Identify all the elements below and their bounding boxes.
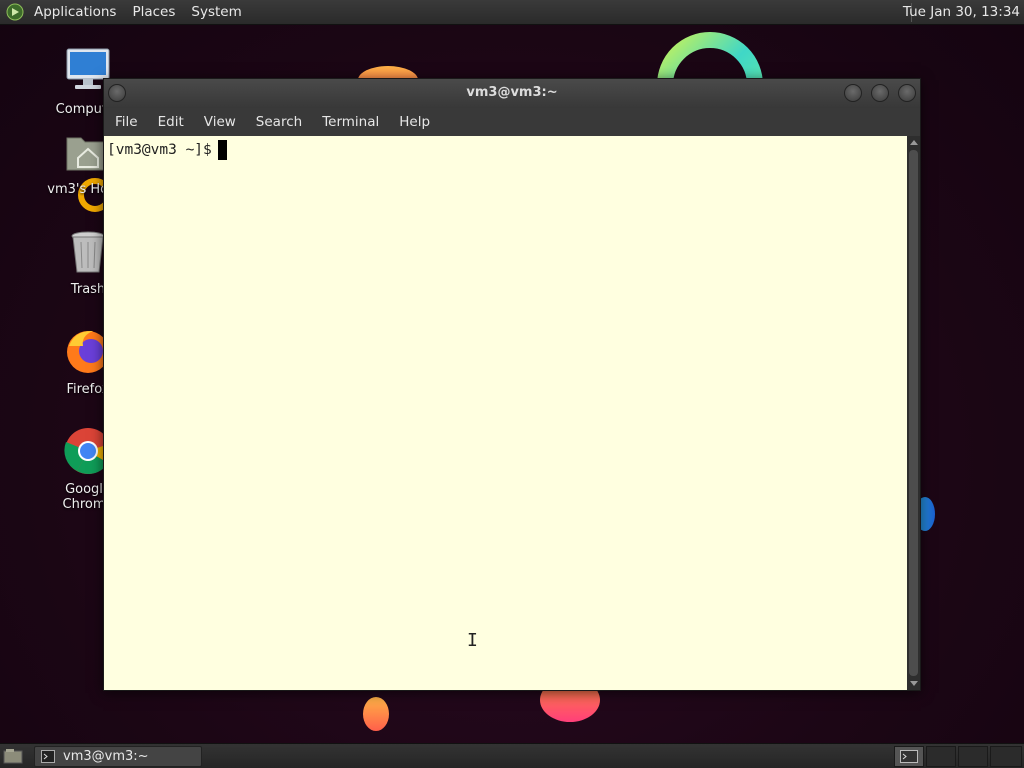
applications-menu[interactable]: Applications xyxy=(26,0,124,25)
menu-search[interactable]: Search xyxy=(246,108,312,136)
workspace-window-icon xyxy=(900,750,918,763)
menu-edit[interactable]: Edit xyxy=(148,108,194,136)
scroll-thumb[interactable] xyxy=(909,150,918,676)
maximize-button[interactable] xyxy=(871,84,889,102)
menu-view[interactable]: View xyxy=(194,108,246,136)
workspace-1[interactable] xyxy=(894,746,924,767)
workspace-4[interactable] xyxy=(990,746,1022,767)
show-desktop-icon[interactable] xyxy=(3,748,23,765)
shell-prompt: [vm3@vm3 ~]$ xyxy=(107,142,212,158)
workspace-2[interactable] xyxy=(926,746,956,767)
window-title: vm3@vm3:~ xyxy=(466,85,558,100)
menu-help[interactable]: Help xyxy=(389,108,440,136)
vertical-scrollbar[interactable] xyxy=(907,136,920,690)
terminal-output[interactable]: [vm3@vm3 ~]$ I xyxy=(104,136,907,690)
window-menu-button[interactable] xyxy=(108,84,126,102)
system-menu[interactable]: System xyxy=(183,0,249,25)
taskbar-item-label: vm3@vm3:~ xyxy=(63,749,149,764)
terminal-window[interactable]: vm3@vm3:~ File Edit View Search Terminal… xyxy=(103,78,921,691)
places-menu[interactable]: Places xyxy=(124,0,183,25)
scroll-up-arrow-icon[interactable] xyxy=(910,140,918,145)
terminal-menubar: File Edit View Search Terminal Help xyxy=(104,108,920,136)
clock[interactable]: Tue Jan 30, 13:34 xyxy=(903,0,1020,25)
bottom-panel: vm3@vm3:~ xyxy=(0,743,1024,768)
close-button[interactable] xyxy=(898,84,916,102)
workspace-3[interactable] xyxy=(958,746,988,767)
scroll-down-arrow-icon[interactable] xyxy=(910,681,918,686)
terminal-icon xyxy=(41,750,55,763)
window-titlebar[interactable]: vm3@vm3:~ xyxy=(104,79,920,108)
taskbar-item-terminal[interactable]: vm3@vm3:~ xyxy=(34,746,202,767)
prompt-line: [vm3@vm3 ~]$ xyxy=(107,140,907,160)
minimize-button[interactable] xyxy=(844,84,862,102)
top-panel: Applications Places System Tue Jan 30, 1… xyxy=(0,0,1024,25)
menu-terminal[interactable]: Terminal xyxy=(312,108,389,136)
applications-logo-icon[interactable] xyxy=(6,3,24,21)
mouse-ibeam-cursor-icon: I xyxy=(467,630,478,651)
text-cursor xyxy=(217,140,227,160)
menu-file[interactable]: File xyxy=(105,108,148,136)
